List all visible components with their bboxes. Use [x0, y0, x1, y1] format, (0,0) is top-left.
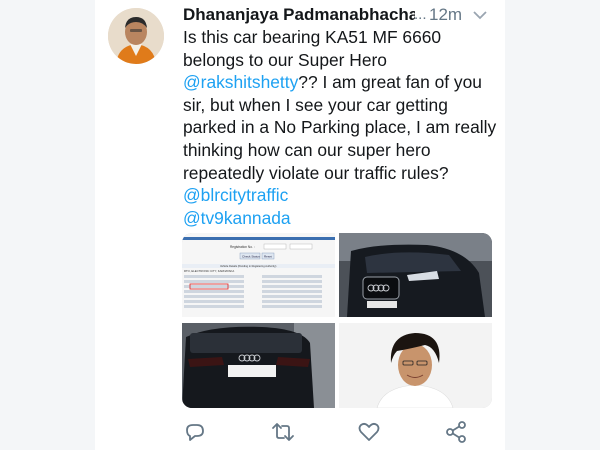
media-person-photo[interactable]	[339, 323, 492, 408]
background-left	[0, 0, 95, 450]
reg-field-label: Registration No. :	[230, 245, 255, 249]
media-car-front-photo[interactable]	[339, 233, 492, 317]
check-status-button: Check Status	[242, 254, 260, 258]
car-front-image	[339, 233, 492, 317]
background-right	[505, 0, 600, 450]
name-truncation: ...	[414, 6, 427, 23]
tweet-card: Dhananjaya Padmanabhachar ... 12m Is thi…	[95, 0, 505, 450]
tweet-line: repeatedly violate our traffic rules?	[183, 162, 449, 183]
media-car-rear-photo[interactable]	[182, 323, 335, 408]
chevron-down-icon[interactable]	[472, 8, 488, 22]
registration-form-image: Registration No. : Check Status Reset Ve…	[182, 233, 335, 317]
reg-section-title: Vehicle Details (Pending in Registering …	[220, 264, 277, 268]
heart-icon[interactable]	[357, 420, 381, 444]
tweet-header: Dhananjaya Padmanabhachar ... 12m	[183, 4, 501, 26]
mention-link[interactable]: @rakshitshetty	[183, 72, 298, 92]
timestamp[interactable]: 12m	[429, 4, 462, 26]
mention-link[interactable]: @tv9kannada	[183, 207, 501, 230]
avatar-image	[108, 8, 164, 64]
retweet-icon[interactable]	[271, 420, 295, 444]
media-registration-screenshot[interactable]: Registration No. : Check Status Reset Ve…	[182, 233, 335, 317]
reply-icon[interactable]	[183, 420, 207, 444]
reg-authority: RTO, ELECTRONIC CITY, KARNATAKA	[184, 269, 234, 273]
tweet-line-mention: @rakshitshetty?? I am great fan of you	[183, 72, 482, 93]
media-grid: Registration No. : Check Status Reset Ve…	[182, 233, 492, 408]
tweet-actions	[182, 420, 500, 444]
reset-button: Reset	[264, 254, 272, 258]
tweet-line: sir, but when I see your car getting	[183, 94, 448, 115]
tweet-line: belongs to our Super Hero	[183, 49, 387, 70]
share-icon[interactable]	[444, 420, 468, 444]
tweet-text: Is this car bearing KA51 MF 6660 belongs…	[183, 26, 501, 229]
author-name[interactable]: Dhananjaya Padmanabhachar	[183, 4, 415, 26]
tweet-line: parked in a No Parking place, I am reall…	[183, 117, 497, 138]
person-portrait-image	[339, 323, 492, 408]
tweet-line: Is this car bearing KA51 MF 6660	[183, 27, 442, 47]
avatar[interactable]	[108, 8, 164, 64]
mention-link[interactable]: @blrcitytraffic	[183, 184, 501, 207]
tweet-line: thinking how can our super hero	[183, 139, 431, 160]
car-rear-image	[182, 323, 335, 408]
